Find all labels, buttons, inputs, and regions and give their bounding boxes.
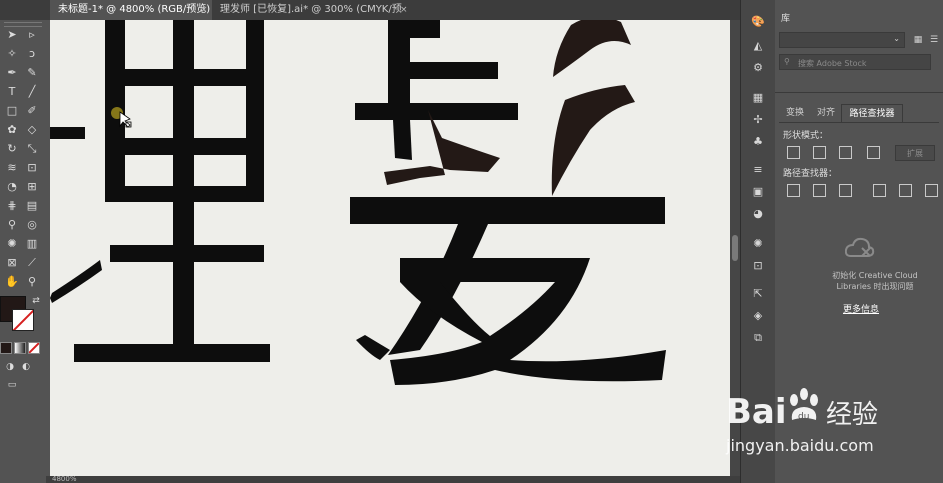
search-icon: ⚲	[784, 57, 790, 66]
hand-icon[interactable]: ✋	[2, 273, 22, 291]
close-icon[interactable]: ×	[200, 0, 208, 20]
none-mode-icon[interactable]	[28, 342, 40, 354]
paw-icon: du	[784, 386, 824, 426]
trim-icon[interactable]	[813, 184, 826, 197]
shape-builder-icon[interactable]: ◔	[2, 178, 22, 196]
direct-select-icon[interactable]: ▹	[22, 26, 42, 44]
tab-align[interactable]: 对齐	[811, 104, 841, 122]
mesh-icon[interactable]: ⋕	[2, 197, 22, 215]
symbols-icon[interactable]: ♣	[749, 134, 767, 150]
artwork	[50, 20, 666, 385]
list-view-icon[interactable]: ☰	[927, 34, 941, 46]
gradient-mode-icon[interactable]	[14, 342, 26, 354]
free-transform-icon[interactable]: ⊡	[22, 159, 42, 177]
close-icon[interactable]: ×	[400, 0, 408, 20]
swatches-icon[interactable]: ⚙	[749, 60, 767, 76]
tab-untitled-1[interactable]: 未标题-1* @ 4800% (RGB/预览) ×	[50, 0, 212, 20]
gradient-icon[interactable]: ▤	[22, 197, 42, 215]
tab-pathfinder[interactable]: 路径查找器	[841, 104, 903, 123]
intersect-icon[interactable]	[839, 146, 852, 159]
tab-transform[interactable]: 变换	[779, 104, 811, 122]
stock-search-input[interactable]: ⚲ 搜索 Adobe Stock	[779, 54, 931, 70]
cc-error-message: 初始化 Creative Cloud Libraries 时出现问题	[832, 271, 918, 291]
artboard[interactable]	[50, 20, 730, 476]
layers-icon[interactable]: ◈	[749, 308, 767, 324]
watermark-brand-tail: 经验	[826, 400, 879, 430]
minus-back-icon[interactable]	[925, 184, 938, 197]
glyph-fa	[350, 20, 666, 385]
shape-modes-label: 形状模式：	[783, 131, 829, 141]
stroke-panel-icon[interactable]: ≡	[749, 162, 767, 178]
swap-colors-icon[interactable]: ⇄	[26, 292, 46, 310]
shaper-icon[interactable]: ✿	[2, 121, 22, 139]
document-tab-bar: 未标题-1* @ 4800% (RGB/预览) × 理发师 [已恢复].ai* …	[0, 0, 740, 35]
tools-panel: ➤ ▹ ✧ ↄ ✒ ✎ T ╱ □ ✐ ✿ ◇ ↻ ⤡ ≋ ⊡ ◔ ⊞ ⋕ ▤ …	[0, 20, 47, 483]
brushes-icon[interactable]: ✢	[749, 112, 767, 128]
select-arrow-icon[interactable]: ➤	[2, 26, 22, 44]
scale-icon[interactable]: ⤡	[22, 140, 42, 158]
pathfinders-label: 路径查找器：	[783, 169, 838, 179]
perspective-icon[interactable]: ⊞	[22, 178, 42, 196]
export-icon[interactable]: ⇱	[749, 286, 767, 302]
tab-label: 未标题-1* @ 4800% (RGB/预览)	[58, 4, 211, 15]
blend-icon[interactable]: ◎	[22, 216, 42, 234]
more-info-link[interactable]: 更多信息	[815, 302, 907, 315]
outline-icon[interactable]	[899, 184, 912, 197]
exclude-icon[interactable]	[867, 146, 880, 159]
properties-icon[interactable]: ▦	[749, 90, 767, 106]
tab-underline	[779, 122, 939, 123]
rotate-icon[interactable]: ↻	[2, 140, 22, 158]
chevron-down-icon: ⌄	[893, 34, 900, 43]
minus-front-icon[interactable]	[813, 146, 826, 159]
watermark-url: jingyan.baidu.com	[726, 436, 874, 455]
rectangle-icon[interactable]: □	[2, 102, 22, 120]
gradient-panel-icon[interactable]: ▣	[749, 184, 767, 200]
status-bar: 4800%	[46, 476, 740, 483]
libraries-title[interactable]: 库	[781, 12, 790, 26]
lasso-icon[interactable]: ↄ	[22, 45, 42, 63]
watermark-brand: Bai	[726, 392, 787, 432]
curvature-icon[interactable]: ✎	[22, 64, 42, 82]
appearance-icon[interactable]: ✺	[749, 236, 767, 252]
svg-text:du: du	[798, 412, 809, 422]
color-guide-icon[interactable]: ◭	[749, 38, 767, 54]
eraser-icon[interactable]: ◇	[22, 121, 42, 139]
zoom-level[interactable]: 4800%	[52, 475, 76, 483]
expand-label: 扩展	[907, 149, 923, 158]
cloud-error-icon	[844, 236, 875, 262]
pen-icon[interactable]: ✒	[2, 64, 22, 82]
artboard-icon[interactable]: ⊠	[2, 254, 22, 272]
merge-icon[interactable]	[839, 184, 852, 197]
symbol-sprayer-icon[interactable]: ✺	[2, 235, 22, 253]
color-mode-icon[interactable]	[0, 342, 12, 354]
grid-view-icon[interactable]: ▦	[911, 34, 925, 46]
artboards-icon[interactable]: ⧉	[749, 330, 767, 346]
zoom-icon[interactable]: ⚲	[22, 273, 42, 291]
graphic-styles-icon[interactable]: ⊡	[749, 258, 767, 274]
expand-button[interactable]: 扩展	[895, 145, 935, 161]
scroll-thumb[interactable]	[732, 235, 738, 261]
draw-behind-icon[interactable]: ◐	[16, 358, 36, 376]
library-select[interactable]: ⌄	[779, 32, 905, 48]
line-icon[interactable]: ╱	[22, 83, 42, 101]
glyph-li	[50, 20, 270, 362]
unite-icon[interactable]	[787, 146, 800, 159]
magic-wand-icon[interactable]: ✧	[2, 45, 22, 63]
panel-divider	[775, 92, 943, 97]
slice-icon[interactable]: ⟋	[22, 254, 42, 272]
divide-icon[interactable]	[787, 184, 800, 197]
width-icon[interactable]: ≋	[2, 159, 22, 177]
color-panel-icon[interactable]: 🎨	[749, 14, 767, 30]
search-placeholder: 搜索 Adobe Stock	[798, 59, 867, 68]
paintbrush-icon[interactable]: ✐	[22, 102, 42, 120]
crop-icon[interactable]	[873, 184, 886, 197]
graph-icon[interactable]: ▥	[22, 235, 42, 253]
transparency-icon[interactable]: ◕	[749, 206, 767, 222]
type-icon[interactable]: T	[2, 83, 22, 101]
tab-barber-file[interactable]: 理发师 [已恢复].ai* @ 300% (CMYK/预览) ×	[212, 0, 412, 35]
eyedropper-icon[interactable]: ⚲	[2, 216, 22, 234]
screen-mode-icon[interactable]: ▭	[2, 376, 22, 394]
stroke-swatch[interactable]	[12, 309, 34, 331]
